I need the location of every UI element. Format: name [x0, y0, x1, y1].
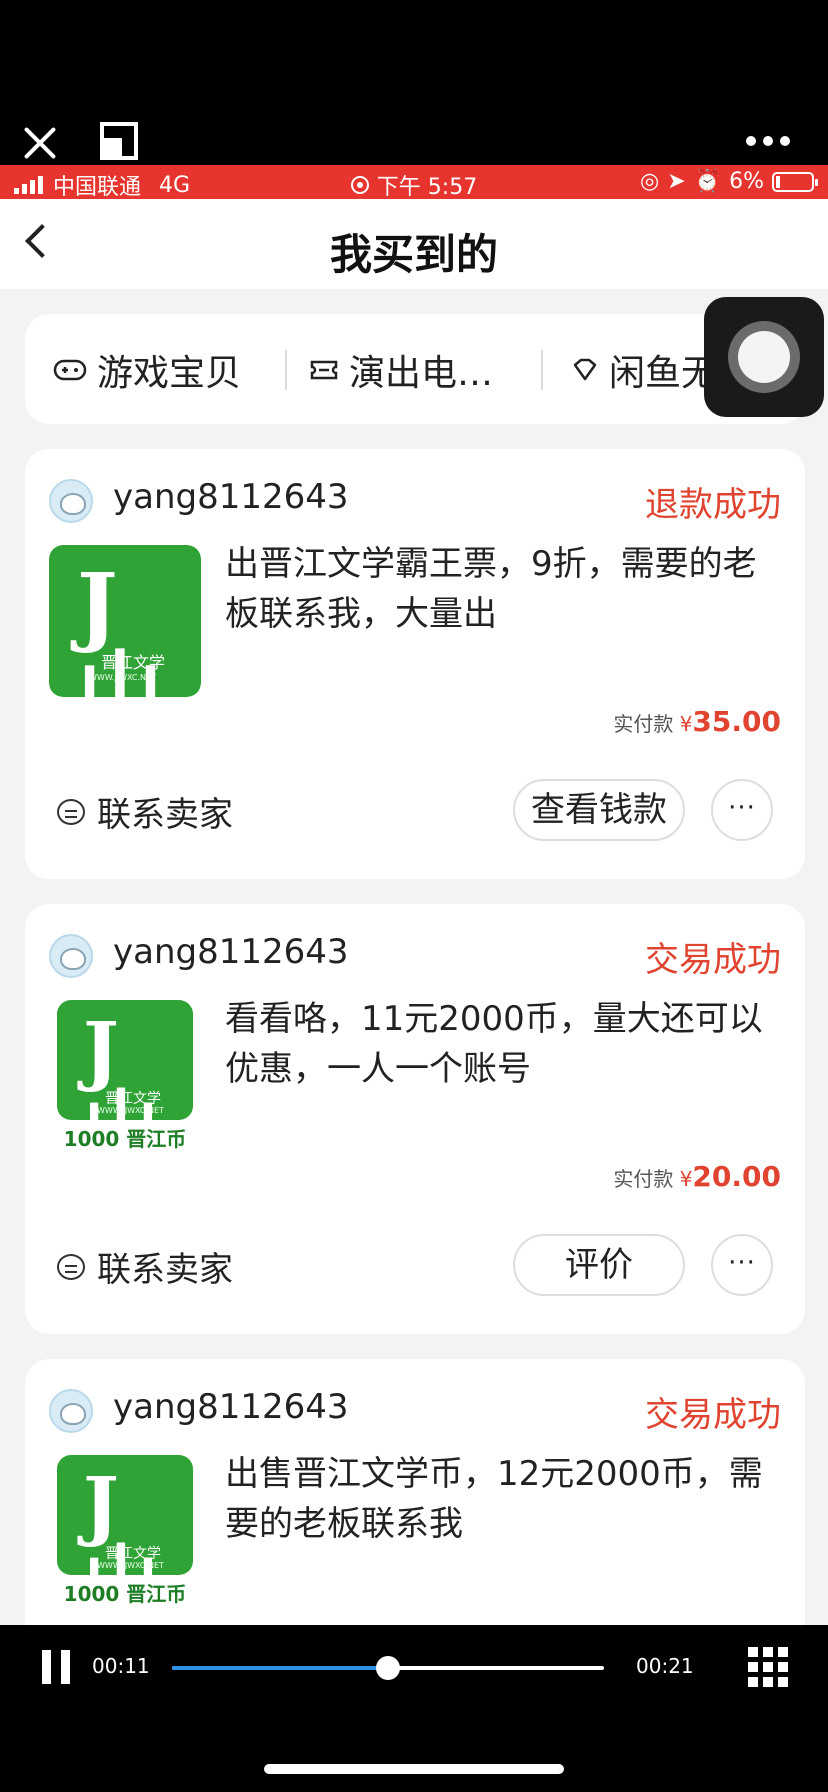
- seller-name[interactable]: yang8112643: [113, 932, 349, 972]
- category-filter-bar: 游戏宝贝 演出电… 闲鱼无: [25, 314, 805, 424]
- progress-fill: [172, 1666, 388, 1670]
- filter-label: 游戏宝贝: [97, 353, 242, 394]
- filter-label: 演出电…: [349, 353, 494, 394]
- home-indicator[interactable]: [264, 1764, 564, 1774]
- coin-label: 1000 晋江币: [63, 1127, 187, 1151]
- thumb-url: WWW.JJWXC.NET: [97, 1561, 164, 1570]
- battery-icon: [772, 171, 818, 192]
- location-icon: ➤: [667, 169, 686, 194]
- chat-icon: [57, 798, 85, 825]
- coin-label: 1000 晋江币: [63, 1582, 187, 1606]
- order-status: 交易成功: [645, 940, 781, 980]
- more-options-icon[interactable]: [746, 136, 790, 146]
- thumb-label: 晋江文学: [105, 1546, 161, 1562]
- more-button[interactable]: ···: [711, 779, 773, 841]
- thumb-label: 晋江文学: [105, 1091, 161, 1107]
- currency-symbol: ¥: [679, 712, 693, 736]
- seller-name[interactable]: yang8112643: [113, 477, 349, 517]
- filter-shows[interactable]: 演出电…: [309, 344, 493, 396]
- price-label: 实付款: [613, 1167, 674, 1191]
- divider: [285, 350, 287, 390]
- app-content: 我买到的 游戏宝贝 演出电… 闲鱼无 yang8112643 退款成功 J山 晋…: [0, 199, 828, 1625]
- diamond-icon: [573, 358, 597, 381]
- alarm-icon: ⏰: [693, 169, 722, 194]
- order-status: 交易成功: [645, 1395, 781, 1435]
- player-controls: 00:11 00:21: [0, 1625, 828, 1792]
- close-icon[interactable]: [20, 122, 60, 162]
- avatar[interactable]: [49, 934, 93, 978]
- order-card: yang8112643 退款成功 J山 晋江文学 WWW.JJWXC.NET 出…: [25, 449, 805, 879]
- seller-name[interactable]: yang8112643: [113, 1387, 349, 1427]
- ticket-icon: [310, 360, 338, 380]
- product-description[interactable]: 看看咯，11元2000币，量大还可以优惠，一人一个账号: [225, 994, 785, 1094]
- view-refund-button[interactable]: 查看钱款: [513, 779, 685, 841]
- avatar[interactable]: [49, 479, 93, 523]
- filter-xianyu[interactable]: 闲鱼无: [571, 344, 717, 396]
- contact-label: 联系卖家: [97, 795, 233, 835]
- player-top-bar: [0, 0, 828, 165]
- price-amount: 35.00: [692, 705, 781, 738]
- order-card: yang8112643 交易成功 J山 晋江文学 WWW.JJWXC.NET 1…: [25, 904, 805, 1334]
- picture-in-picture-icon[interactable]: [100, 122, 138, 160]
- order-card: yang8112643 交易成功 J山 晋江文学 WWW.JJWXC.NET 1…: [25, 1359, 805, 1625]
- more-button[interactable]: ···: [711, 1234, 773, 1296]
- progress-slider[interactable]: [172, 1656, 604, 1680]
- avatar[interactable]: [49, 1389, 93, 1433]
- chat-icon: [57, 1253, 85, 1280]
- filter-game-items[interactable]: 游戏宝贝: [53, 344, 241, 396]
- thumb-url: WWW.JJWXC.NET: [97, 1106, 164, 1115]
- contact-label: 联系卖家: [97, 1250, 233, 1290]
- lock-rotation-icon: ◎: [640, 169, 660, 194]
- contact-seller-button[interactable]: 联系卖家: [57, 787, 233, 836]
- price-amount: 20.00: [692, 1160, 781, 1193]
- order-status: 退款成功: [645, 485, 781, 525]
- status-time: 下午 5:57: [376, 175, 478, 200]
- product-image[interactable]: J山 晋江文学 WWW.JJWXC.NET 1000 晋江币: [49, 1455, 201, 1607]
- product-image[interactable]: J山 晋江文学 WWW.JJWXC.NET 1000 晋江币: [49, 1000, 201, 1152]
- status-bar: 中国联通 4G 下午 5:57 ◎ ➤ ⏰ 6%: [0, 165, 828, 200]
- battery-percent: 6%: [729, 169, 764, 194]
- grid-menu-icon[interactable]: [748, 1647, 788, 1687]
- assistive-touch-button[interactable]: [704, 297, 824, 417]
- total-time: 00:21: [636, 1654, 694, 1678]
- product-description[interactable]: 出售晋江文学币，12元2000币，需要的老板联系我: [225, 1449, 785, 1549]
- review-button[interactable]: 评价: [513, 1234, 685, 1296]
- price-label: 实付款: [613, 712, 674, 736]
- price-row: 实付款 ¥20.00: [613, 1160, 781, 1193]
- price-row: 实付款 ¥35.00: [613, 705, 781, 738]
- product-description[interactable]: 出晋江文学霸王票，9折，需要的老板联系我，大量出: [225, 539, 785, 639]
- thumb-url: WWW.JJWXC.NET: [89, 673, 156, 682]
- divider: [541, 350, 543, 390]
- progress-knob[interactable]: [376, 1656, 400, 1680]
- nav-bar: 我买到的: [0, 199, 828, 289]
- page-title: 我买到的: [329, 230, 498, 279]
- contact-seller-button[interactable]: 联系卖家: [57, 1242, 233, 1291]
- thumb-label: 晋江文学: [101, 653, 166, 672]
- screen: 中国联通 4G 下午 5:57 ◎ ➤ ⏰ 6% 我买到的 游戏宝贝 演出电… …: [0, 0, 828, 1792]
- product-image[interactable]: J山 晋江文学 WWW.JJWXC.NET: [49, 545, 201, 697]
- pause-icon[interactable]: [42, 1650, 70, 1684]
- screen-record-icon: [350, 176, 369, 194]
- current-time: 00:11: [92, 1654, 150, 1678]
- currency-symbol: ¥: [679, 1167, 693, 1191]
- gamepad-icon: [53, 359, 87, 381]
- filter-label: 闲鱼无: [609, 353, 718, 394]
